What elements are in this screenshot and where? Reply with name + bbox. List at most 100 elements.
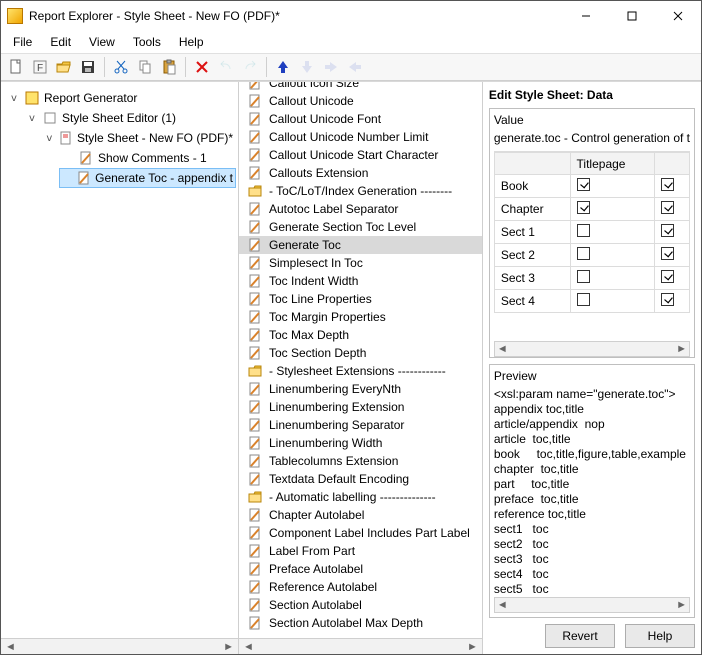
grid-cell-c1[interactable] <box>570 244 654 267</box>
list-item[interactable]: Toc Section Depth <box>239 344 482 362</box>
save-button[interactable] <box>77 56 99 78</box>
close-button[interactable] <box>655 1 701 31</box>
list-item[interactable]: Callout Unicode Start Character <box>239 146 482 164</box>
chevron-down-icon[interactable]: ⅴ <box>26 113 38 124</box>
grid-cell-c2[interactable] <box>654 244 689 267</box>
chevron-down-icon[interactable]: ⅴ <box>8 93 20 104</box>
list-item[interactable]: Callout Unicode <box>239 92 482 110</box>
list-section[interactable]: - ToC/LoT/Index Generation -------- <box>239 182 482 200</box>
checkbox-icon[interactable] <box>577 178 590 191</box>
table-row[interactable]: Sect 3 <box>494 267 689 290</box>
checkbox-icon[interactable] <box>661 270 674 283</box>
move-up-button[interactable] <box>272 56 294 78</box>
property-list-hscroll[interactable]: ◄► <box>239 638 482 654</box>
open-button[interactable] <box>53 56 75 78</box>
grid-col-extra[interactable] <box>654 153 689 175</box>
tree-scroll[interactable]: ⅴ Report Generator ⅴ Style Sheet Editor … <box>1 82 238 638</box>
checkbox-icon[interactable] <box>661 178 674 191</box>
grid-cell-c1[interactable] <box>570 221 654 244</box>
tree-node-style-editor[interactable]: ⅴ Style Sheet Editor (1) <box>23 108 236 128</box>
grid-col-titlepage[interactable]: Titlepage <box>570 153 654 175</box>
checkbox-icon[interactable] <box>661 224 674 237</box>
list-item[interactable]: Toc Indent Width <box>239 272 482 290</box>
list-item[interactable]: Autotoc Label Separator <box>239 200 482 218</box>
checkbox-icon[interactable] <box>577 270 590 283</box>
table-row[interactable]: Chapter <box>494 198 689 221</box>
list-item[interactable]: Label From Part <box>239 542 482 560</box>
list-item[interactable]: Linenumbering EveryNth <box>239 380 482 398</box>
checkbox-icon[interactable] <box>661 293 674 306</box>
grid-col-name[interactable] <box>494 153 570 175</box>
value-grid-hscroll[interactable]: ◄► <box>494 341 690 357</box>
grid-cell-c2[interactable] <box>654 221 689 244</box>
list-item[interactable]: Textdata Default Encoding <box>239 470 482 488</box>
checkbox-icon[interactable] <box>577 247 590 260</box>
list-item[interactable]: Preface Autolabel <box>239 560 482 578</box>
new-report-button[interactable] <box>5 56 27 78</box>
list-item[interactable]: Tablecolumns Extension <box>239 452 482 470</box>
tree-node-generate-toc[interactable]: Generate Toc - appendix t <box>59 168 236 188</box>
tree-node-show-comments[interactable]: Show Comments - 1 <box>59 148 236 168</box>
checkbox-icon[interactable] <box>661 201 674 214</box>
checkbox-icon[interactable] <box>661 247 674 260</box>
paste-button[interactable] <box>158 56 180 78</box>
menu-file[interactable]: File <box>5 33 40 51</box>
move-left-button[interactable] <box>344 56 366 78</box>
grid-cell-c2[interactable] <box>654 198 689 221</box>
value-grid-scroll[interactable]: Titlepage BookChapterSect 1Sect 2Sect 3S… <box>494 151 690 341</box>
list-item[interactable]: Toc Max Depth <box>239 326 482 344</box>
copy-button[interactable] <box>134 56 156 78</box>
list-item[interactable]: Reference Autolabel <box>239 578 482 596</box>
move-right-button[interactable] <box>320 56 342 78</box>
checkbox-icon[interactable] <box>577 201 590 214</box>
table-row[interactable]: Book <box>494 175 689 198</box>
list-item[interactable]: Simplesect In Toc <box>239 254 482 272</box>
checkbox-icon[interactable] <box>577 293 590 306</box>
preview-content[interactable]: <xsl:param name="generate.toc"> appendix… <box>494 387 690 597</box>
list-item[interactable]: Callout Unicode Number Limit <box>239 128 482 146</box>
preview-hscroll[interactable]: ◄► <box>494 597 690 613</box>
cut-button[interactable] <box>110 56 132 78</box>
grid-cell-c1[interactable] <box>570 175 654 198</box>
grid-cell-c2[interactable] <box>654 267 689 290</box>
grid-cell-c2[interactable] <box>654 290 689 313</box>
property-list-scroll[interactable]: Callout Icon SizeCallout UnicodeCallout … <box>239 82 482 638</box>
menu-edit[interactable]: Edit <box>42 33 79 51</box>
list-section[interactable]: - Stylesheet Extensions ------------ <box>239 362 482 380</box>
grid-cell-c1[interactable] <box>570 267 654 290</box>
help-button[interactable]: Help <box>625 624 695 648</box>
list-item[interactable]: Linenumbering Width <box>239 434 482 452</box>
list-item[interactable]: Component Label Includes Part Label <box>239 524 482 542</box>
list-item[interactable]: Linenumbering Separator <box>239 416 482 434</box>
table-row[interactable]: Sect 4 <box>494 290 689 313</box>
list-item[interactable]: Callout Unicode Font <box>239 110 482 128</box>
list-item[interactable]: Section Autolabel Max Depth <box>239 614 482 632</box>
table-row[interactable]: Sect 2 <box>494 244 689 267</box>
list-item[interactable]: Callouts Extension <box>239 164 482 182</box>
list-section[interactable]: - Automatic labelling -------------- <box>239 488 482 506</box>
grid-cell-c1[interactable] <box>570 198 654 221</box>
list-item[interactable]: Section Autolabel <box>239 596 482 614</box>
chevron-down-icon[interactable]: ⅴ <box>44 133 55 144</box>
tree-hscroll[interactable]: ◄► <box>1 638 238 654</box>
grid-cell-c1[interactable] <box>570 290 654 313</box>
redo-button[interactable] <box>239 56 261 78</box>
tree-node-style-sheet[interactable]: ⅴ Style Sheet - New FO (PDF)* <box>41 128 236 148</box>
list-item[interactable]: Toc Margin Properties <box>239 308 482 326</box>
grid-cell-c2[interactable] <box>654 175 689 198</box>
revert-button[interactable]: Revert <box>545 624 615 648</box>
delete-button[interactable] <box>191 56 213 78</box>
table-row[interactable]: Sect 1 <box>494 221 689 244</box>
maximize-button[interactable] <box>609 1 655 31</box>
undo-button[interactable] <box>215 56 237 78</box>
list-item[interactable]: Chapter Autolabel <box>239 506 482 524</box>
menu-help[interactable]: Help <box>171 33 212 51</box>
frame-button[interactable]: F <box>29 56 51 78</box>
list-item[interactable]: Callout Icon Size <box>239 82 482 92</box>
list-item[interactable]: Toc Line Properties <box>239 290 482 308</box>
list-item[interactable]: Generate Toc <box>239 236 482 254</box>
tree-node-report-generator[interactable]: ⅴ Report Generator <box>5 88 236 108</box>
menu-view[interactable]: View <box>81 33 123 51</box>
list-item[interactable]: Generate Section Toc Level <box>239 218 482 236</box>
checkbox-icon[interactable] <box>577 224 590 237</box>
